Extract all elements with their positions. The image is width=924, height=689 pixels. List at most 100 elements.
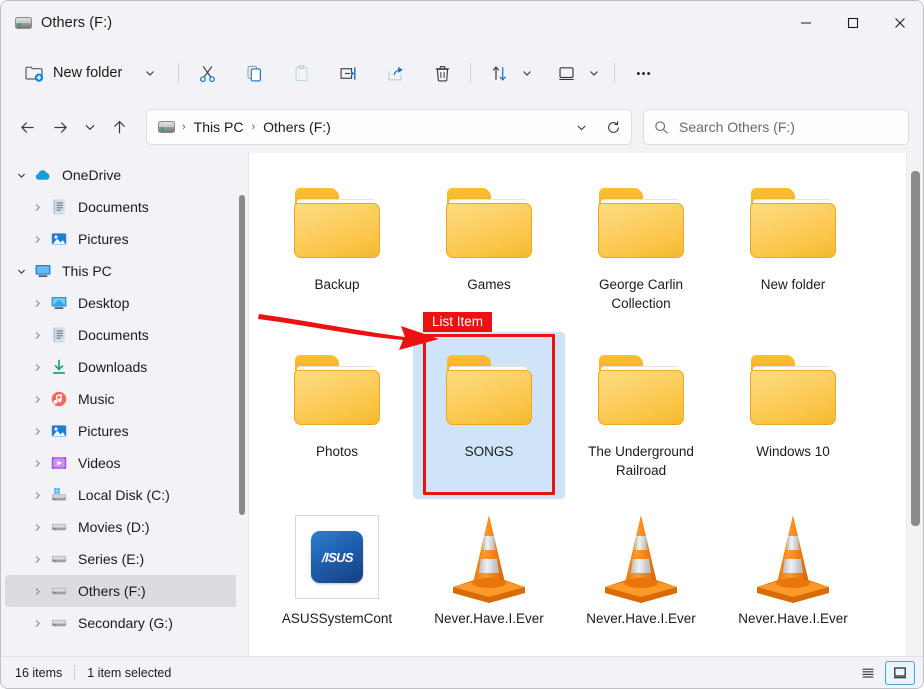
content-scrollbar[interactable] (906, 153, 923, 656)
chevron-right-icon[interactable] (25, 426, 49, 437)
sidebar-item-label: Pictures (78, 423, 129, 439)
folder-icon (750, 188, 836, 258)
breadcrumb-item-others-f[interactable]: Others (F:) (257, 115, 337, 139)
sidebar-scrollbar-thumb[interactable] (239, 195, 245, 515)
sidebar-item-desktop[interactable]: Desktop (5, 287, 243, 319)
chevron-right-icon[interactable] (25, 522, 49, 533)
item-label: New folder (761, 275, 826, 294)
drive-icon (49, 582, 69, 600)
paste-icon (292, 64, 311, 83)
refresh-button[interactable] (597, 111, 629, 143)
chevron-right-icon[interactable] (25, 394, 49, 405)
sort-dropdown-button[interactable] (517, 55, 537, 91)
minimize-button[interactable] (782, 1, 829, 45)
sidebar-item-secondary-g[interactable]: Secondary (G:) (5, 607, 243, 639)
folder-item[interactable]: SONGS (413, 332, 565, 499)
chevron-right-icon[interactable] (25, 586, 49, 597)
sort-button[interactable] (481, 55, 517, 91)
sidebar-item-this-pc[interactable]: This PC (5, 255, 243, 287)
sidebar-item-documents[interactable]: Documents (5, 191, 243, 223)
view-button[interactable] (548, 55, 584, 91)
title-bar: Others (F:) (1, 1, 923, 45)
search-box[interactable]: Search Others (F:) (643, 109, 909, 145)
close-button[interactable] (876, 1, 923, 45)
sidebar-item-others-f[interactable]: Others (F:) (5, 575, 243, 607)
chevron-down-icon (143, 66, 157, 80)
folder-item[interactable]: New folder (717, 165, 869, 332)
new-folder-dropdown-button[interactable] (132, 55, 168, 91)
view-icon (557, 64, 576, 83)
file-item[interactable]: Never.Have.I.Ever (717, 499, 869, 656)
chevron-right-icon[interactable] (25, 362, 49, 373)
sidebar-item-videos[interactable]: Videos (5, 447, 243, 479)
chevron-right-icon[interactable] (25, 298, 49, 309)
music-icon (49, 390, 69, 408)
forward-button[interactable] (44, 111, 77, 144)
videos-icon (49, 454, 69, 472)
back-button[interactable] (11, 111, 44, 144)
sidebar-item-local-disk-c[interactable]: Local Disk (C:) (5, 479, 243, 511)
file-item[interactable]: Never.Have.I.Ever (413, 499, 565, 656)
address-bar-row: › This PC › Others (F:) Search Others (F… (1, 101, 923, 153)
content-scrollbar-thumb[interactable] (911, 171, 920, 526)
sidebar-item-pictures[interactable]: Pictures (5, 223, 243, 255)
chevron-right-icon[interactable] (25, 202, 49, 213)
folder-item[interactable]: Windows 10 (717, 332, 869, 499)
toolbar-divider (178, 63, 179, 83)
sidebar-item-onedrive[interactable]: OneDrive (5, 159, 243, 191)
toolbar-divider-3 (614, 63, 615, 83)
sidebar-item-label: Pictures (78, 231, 129, 247)
chevron-down-icon[interactable] (9, 170, 33, 181)
chevron-right-icon[interactable] (25, 458, 49, 469)
breadcrumb-bar[interactable]: › This PC › Others (F:) (146, 109, 632, 145)
copy-button[interactable] (236, 55, 272, 91)
chevron-right-icon[interactable] (25, 618, 49, 629)
sidebar-item-downloads[interactable]: Downloads (5, 351, 243, 383)
rename-button[interactable] (330, 55, 366, 91)
chevron-right-icon[interactable] (25, 490, 49, 501)
recent-locations-button[interactable] (77, 111, 103, 144)
status-bar: 16 items 1 item selected (1, 656, 923, 688)
sidebar-item-label: This PC (62, 263, 112, 279)
file-item[interactable]: /ISUSASUSSystemCont (261, 499, 413, 656)
share-button[interactable] (377, 55, 413, 91)
breadcrumb-separator-0: › (180, 121, 188, 133)
sidebar-item-movies-d[interactable]: Movies (D:) (5, 511, 243, 543)
maximize-button[interactable] (829, 1, 876, 45)
file-item[interactable]: Never.Have.I.Ever (565, 499, 717, 656)
previous-locations-button[interactable] (565, 111, 597, 143)
sidebar-item-documents[interactable]: Documents (5, 319, 243, 351)
folder-item[interactable]: Games (413, 165, 565, 332)
folder-item[interactable]: The Underground Railroad (565, 332, 717, 499)
details-view-button[interactable] (853, 661, 883, 685)
new-folder-button[interactable]: New folder (15, 55, 132, 91)
navigation-tree: OneDriveDocumentsPicturesThis PCDesktopD… (1, 159, 249, 639)
search-input[interactable]: Search Others (F:) (679, 119, 795, 135)
sidebar-item-music[interactable]: Music (5, 383, 243, 415)
breadcrumb-item-this-pc[interactable]: This PC (188, 115, 250, 139)
sidebar-item-label: Secondary (G:) (78, 615, 173, 631)
large-icons-view-button[interactable] (885, 661, 915, 685)
downloads-icon (49, 358, 69, 376)
folder-item[interactable]: Photos (261, 332, 413, 499)
chevron-right-icon[interactable] (25, 234, 49, 245)
arrow-right-icon (52, 119, 69, 136)
up-button[interactable] (103, 111, 136, 144)
arrow-left-icon (19, 119, 36, 136)
folder-item[interactable]: Backup (261, 165, 413, 332)
folder-item[interactable]: George Carlin Collection (565, 165, 717, 332)
chevron-right-icon[interactable] (25, 330, 49, 341)
scissors-icon (198, 64, 217, 83)
explorer-body: OneDriveDocumentsPicturesThis PCDesktopD… (1, 153, 923, 656)
view-dropdown-button[interactable] (584, 55, 604, 91)
sidebar-scrollbar[interactable] (236, 157, 248, 654)
delete-button[interactable] (424, 55, 460, 91)
more-options-button[interactable] (625, 55, 661, 91)
sidebar-item-pictures[interactable]: Pictures (5, 415, 243, 447)
sidebar-item-series-e[interactable]: Series (E:) (5, 543, 243, 575)
chevron-right-icon[interactable] (25, 554, 49, 565)
chevron-down-icon[interactable] (9, 266, 33, 277)
onedrive-icon (33, 166, 53, 184)
paste-button[interactable] (283, 55, 319, 91)
cut-button[interactable] (189, 55, 225, 91)
